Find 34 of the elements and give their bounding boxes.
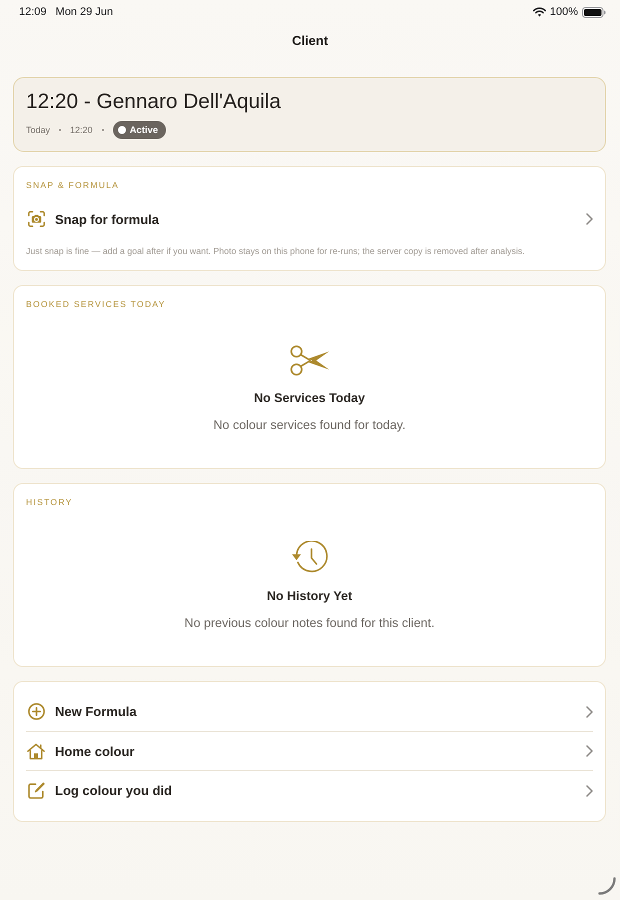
section-heading: SNAP & FORMULA bbox=[26, 179, 120, 191]
scissors-icon bbox=[290, 344, 330, 376]
chevron-right-icon bbox=[586, 213, 593, 225]
section-heading: BOOKED SERVICES TODAY bbox=[26, 298, 166, 310]
empty-state-title: No History Yet bbox=[266, 588, 352, 604]
action-row[interactable]: Log colour you did bbox=[26, 771, 593, 810]
snap-note: Just snap is fine — add a goal after if you want. Photo stays on this phone for re-runs; the server copy is removed after analysis. bbox=[26, 245, 525, 258]
plus-circle-icon bbox=[28, 703, 44, 720]
battery-percent: 100% bbox=[550, 6, 578, 18]
status-dot-icon bbox=[118, 126, 126, 134]
empty-state-message: No previous colour notes found for this client. bbox=[184, 615, 435, 631]
camera-viewfinder-icon bbox=[28, 211, 44, 227]
loading-spinner-icon bbox=[598, 877, 616, 895]
pencil-square-icon bbox=[28, 782, 44, 799]
appointment-time: 12:20 bbox=[70, 125, 93, 135]
empty-state-message: No colour services found for today. bbox=[213, 417, 406, 433]
nav-title: Client bbox=[292, 32, 328, 48]
action-row[interactable]: Home colour bbox=[26, 732, 593, 770]
snap-for-formula-row[interactable]: Snap for formula bbox=[26, 201, 593, 237]
status-label: Active bbox=[130, 124, 158, 136]
chevron-right-icon bbox=[586, 706, 593, 718]
chevron-right-icon bbox=[586, 784, 593, 796]
status-time: 12:09 bbox=[19, 6, 47, 18]
appointment-title: 12:20 - Gennaro Dell'Aquila bbox=[26, 90, 282, 114]
action-row[interactable]: New Formula bbox=[26, 692, 593, 731]
house-icon bbox=[27, 742, 45, 760]
chevron-right-icon bbox=[586, 745, 593, 757]
battery-icon bbox=[582, 6, 606, 18]
history-clock-icon bbox=[291, 541, 328, 575]
appointment-day: Today bbox=[26, 125, 50, 135]
wifi-icon bbox=[532, 7, 546, 17]
empty-state-title: No Services Today bbox=[254, 390, 365, 406]
status-date: Mon 29 Jun bbox=[56, 6, 114, 18]
section-heading: HISTORY bbox=[26, 496, 73, 508]
